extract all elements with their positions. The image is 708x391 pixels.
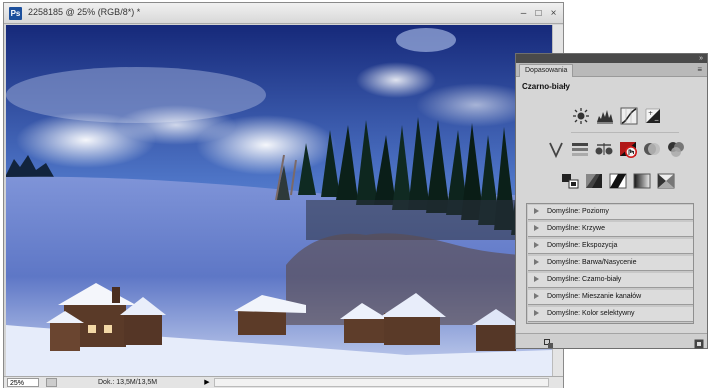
preset-item[interactable]: Domyślne: Barwa/Nasycenie (528, 256, 693, 271)
panel-tab-bar: Dopasowania ≡ (516, 63, 707, 77)
document-size-info: Dok.: 13,5M/13,5M (98, 379, 158, 386)
new-adjustment-icon[interactable] (694, 336, 704, 349)
black-white-icon[interactable] (618, 139, 638, 159)
preset-item[interactable]: Domyślne: Krzywe (528, 222, 693, 237)
preset-item[interactable]: Domyślne: Ekspozycja (528, 239, 693, 254)
preset-item[interactable]: Domyślne: Poziomy (528, 205, 693, 220)
expand-triangle-icon[interactable] (534, 276, 539, 283)
photo-filter-icon[interactable] (642, 139, 662, 159)
status-menu-arrow-icon[interactable]: ▶ (202, 378, 212, 387)
expand-triangle-icon[interactable] (534, 242, 539, 249)
clip-to-layer-icon[interactable] (544, 336, 554, 348)
photoshop-app-icon: Ps (9, 7, 22, 20)
icon-row-separator (571, 132, 679, 133)
expand-triangle-icon[interactable] (534, 310, 539, 317)
panel-footer (516, 333, 707, 349)
preset-item[interactable]: Domyślne: Czarno-biały (528, 273, 693, 288)
exposure-icon[interactable]: + − (643, 106, 663, 126)
image-canvas[interactable] (6, 25, 552, 376)
expand-triangle-icon[interactable] (534, 293, 539, 300)
document-window: Ps 2258185 @ 25% (RGB/8*) * – □ × 25% Do… (3, 2, 564, 388)
zoom-field[interactable]: 25% (7, 378, 39, 387)
minimize-button[interactable]: – (517, 7, 530, 20)
gradient-map-icon[interactable] (632, 171, 652, 191)
maximize-button[interactable]: □ (532, 7, 545, 20)
adjustment-presets-list: Domyślne: Poziomy Domyślne: Krzywe Domyś… (526, 203, 694, 324)
posterize-icon[interactable] (584, 171, 604, 191)
expand-triangle-icon[interactable] (534, 259, 539, 266)
invert-icon[interactable] (560, 171, 580, 191)
levels-icon[interactable] (595, 106, 615, 126)
selective-color-icon[interactable] (656, 171, 676, 191)
document-titlebar[interactable]: Ps 2258185 @ 25% (RGB/8*) * – □ × (4, 3, 563, 24)
curves-icon[interactable] (619, 106, 639, 126)
preset-item[interactable]: Domyślne: Mieszanie kanałów (528, 290, 693, 305)
expand-triangle-icon[interactable] (534, 225, 539, 232)
close-button[interactable]: × (547, 7, 560, 20)
double-chevron-right-icon[interactable]: » (699, 54, 703, 63)
threshold-icon[interactable] (608, 171, 628, 191)
vibrance-icon[interactable] (546, 139, 566, 159)
brightness-contrast-icon[interactable] (571, 106, 591, 126)
preset-item[interactable]: Domyślne: Kolor selektywny (528, 307, 693, 322)
adjustments-panel: » Dopasowania ≡ Czarno-biały + − Domyśln… (515, 53, 708, 349)
tab-adjustments[interactable]: Dopasowania (519, 64, 574, 77)
status-bar: 25% Dok.: 13,5M/13,5M ▶ (4, 376, 563, 388)
navigator-icon[interactable] (46, 378, 57, 387)
panel-menu-icon[interactable]: ≡ (697, 65, 702, 75)
panel-header-strip[interactable]: » (516, 54, 707, 63)
expand-triangle-icon[interactable] (534, 208, 539, 215)
panel-heading: Czarno-biały (522, 82, 571, 91)
hue-saturation-icon[interactable] (570, 139, 590, 159)
svg-text:+: + (648, 110, 653, 117)
channel-mixer-icon[interactable] (666, 139, 686, 159)
horizontal-scrollbar[interactable] (214, 378, 549, 387)
color-balance-icon[interactable] (594, 139, 614, 159)
svg-text:−: − (654, 117, 659, 124)
winter-landscape-photo (6, 25, 552, 376)
document-title: 2258185 @ 25% (RGB/8*) * (28, 7, 141, 17)
